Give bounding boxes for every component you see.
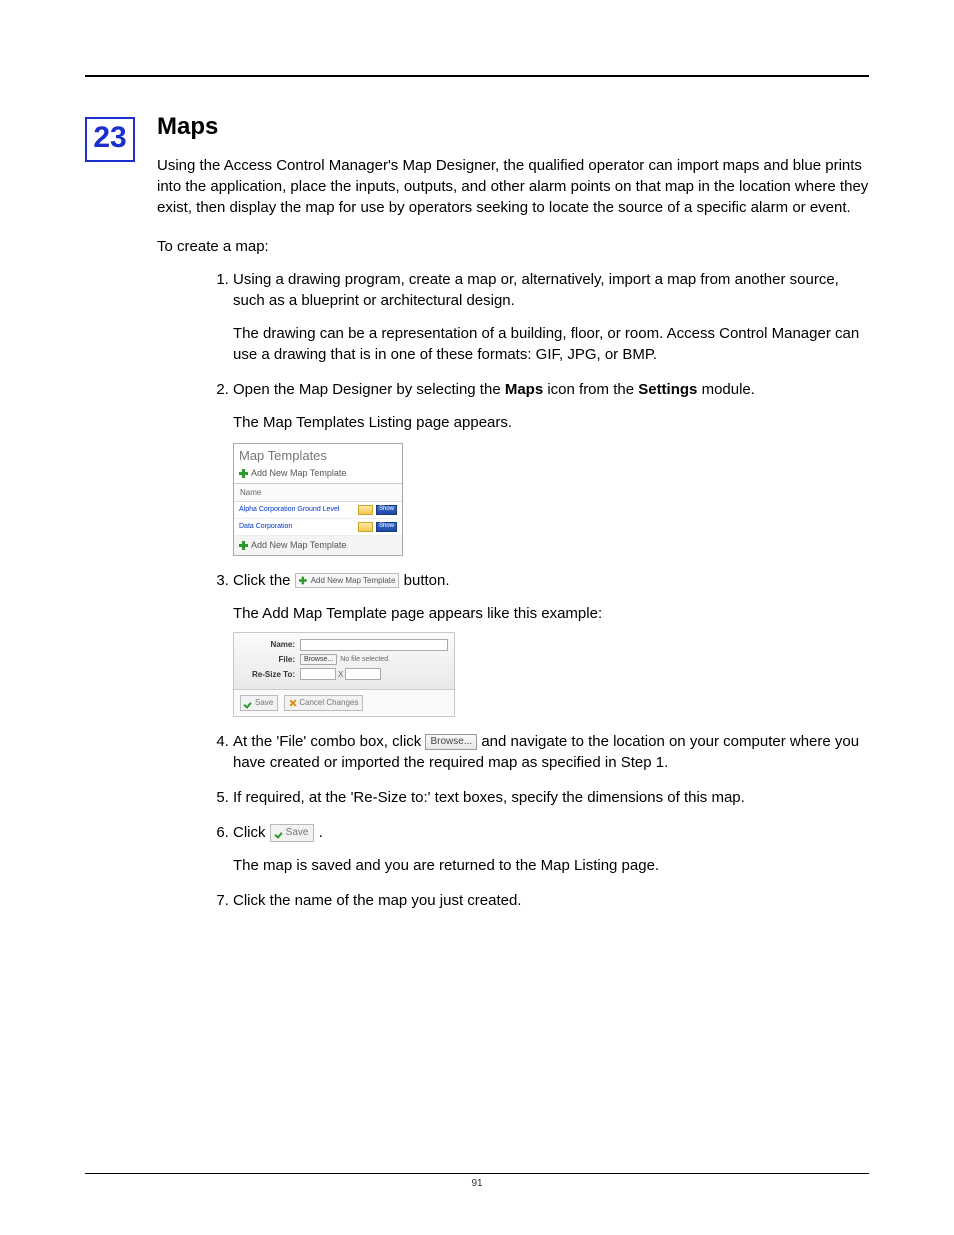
step-7-text: Click the name of the map you just creat… [233, 892, 521, 909]
add-map-template-form: Name: File: Browse... No file selected. … [234, 633, 454, 691]
step-3: Click the Add New Map Template button. T… [233, 570, 869, 717]
amt-name-row: Name: [240, 639, 448, 651]
step-6: Click Save . The map is saved and you ar… [233, 822, 869, 876]
amt-x-separator: X [338, 669, 343, 680]
step-2-pre: Open the Map Designer by selecting the [233, 381, 505, 398]
map-templates-row-1: Alpha Corporation Ground Level Show [234, 502, 402, 519]
edit-icon [358, 505, 373, 515]
map-templates-add-label-bottom: Add New Map Template [251, 539, 346, 552]
amt-save-button: Save [240, 695, 278, 710]
show-button-2: Show [376, 522, 397, 532]
map-templates-add-bottom: Add New Map Template [234, 536, 402, 555]
amt-button-row: Save Cancel Changes [234, 690, 454, 715]
map-templates-row-1-name: Alpha Corporation Ground Level [239, 505, 339, 515]
amt-no-file-selected: No file selected. [340, 655, 390, 665]
step-2-sub: The Map Templates Listing page appears. [233, 412, 869, 433]
map-templates-add-top: Add New Map Template [234, 465, 402, 484]
plus-icon [239, 469, 248, 478]
chapter-number-box: 23 [85, 117, 135, 162]
page-number: 91 [85, 1174, 869, 1189]
amt-file-row: File: Browse... No file selected. [240, 654, 448, 666]
step-3-sub: The Add Map Template page appears like t… [233, 603, 869, 624]
step-3-pre: Click the [233, 572, 295, 589]
plus-icon [299, 577, 307, 585]
step-6-sub: The map is saved and you are returned to… [233, 855, 869, 876]
step-2: Open the Map Designer by selecting the M… [233, 379, 869, 556]
intro-paragraph: Using the Access Control Manager's Map D… [157, 155, 869, 218]
step-1-text: Using a drawing program, create a map or… [233, 271, 839, 309]
add-new-map-template-button-inline: Add New Map Template [295, 573, 400, 588]
add-new-map-template-label: Add New Map Template [311, 575, 396, 586]
page: 23 Maps Using the Access Control Manager… [0, 0, 954, 1235]
show-button-1: Show [376, 505, 397, 515]
map-templates-row-2: Data Corporation Show [234, 519, 402, 536]
map-templates-title: Map Templates [234, 444, 402, 465]
step-6-pre: Click [233, 824, 270, 841]
step-3-post: button. [404, 572, 450, 589]
content-row: 23 Maps Using the Access Control Manager… [85, 113, 869, 925]
amt-cancel-label: Cancel Changes [299, 697, 358, 708]
amt-file-label: File: [240, 654, 295, 665]
add-map-template-screenshot: Name: File: Browse... No file selected. … [233, 632, 455, 717]
step-2-bold-settings: Settings [638, 381, 697, 398]
check-icon [276, 829, 284, 837]
save-button-inline-label: Save [286, 826, 309, 840]
step-2-mid: icon from the [543, 381, 638, 398]
amt-name-input [300, 639, 448, 651]
map-templates-row-2-name: Data Corporation [239, 522, 292, 532]
step-4: At the 'File' combo box, click Browse...… [233, 731, 869, 773]
amt-name-label: Name: [240, 639, 295, 650]
steps-list: Using a drawing program, create a map or… [157, 269, 869, 911]
step-5-text: If required, at the 'Re-Size to:' text b… [233, 789, 745, 806]
save-button-inline: Save [270, 824, 315, 842]
step-1-sub: The drawing can be a representation of a… [233, 323, 869, 365]
cancel-icon [289, 699, 297, 707]
amt-resize-row: Re-Size To: X [240, 668, 448, 680]
browse-button-inline: Browse... [425, 734, 477, 750]
main-content: Maps Using the Access Control Manager's … [157, 113, 869, 925]
amt-resize-width [300, 668, 336, 680]
plus-icon [239, 541, 248, 550]
amt-resize-height [345, 668, 381, 680]
edit-icon [358, 522, 373, 532]
step-2-bold-maps: Maps [505, 381, 543, 398]
amt-save-label: Save [255, 697, 273, 708]
step-7: Click the name of the map you just creat… [233, 890, 869, 911]
lead-line: To create a map: [157, 238, 869, 255]
step-5: If required, at the 'Re-Size to:' text b… [233, 787, 869, 808]
step-4-pre: At the 'File' combo box, click [233, 733, 425, 750]
map-templates-screenshot: Map Templates Add New Map Template Name … [233, 443, 403, 556]
amt-cancel-button: Cancel Changes [284, 695, 363, 710]
check-icon [245, 699, 253, 707]
step-6-post: . [319, 824, 323, 841]
page-title: Maps [157, 113, 869, 141]
step-1: Using a drawing program, create a map or… [233, 269, 869, 365]
map-templates-add-label-top: Add New Map Template [251, 467, 346, 480]
map-templates-column-header: Name [234, 484, 402, 502]
top-rule [85, 75, 869, 77]
step-2-post: module. [697, 381, 755, 398]
amt-resize-label: Re-Size To: [240, 669, 295, 680]
page-footer: 91 [85, 1173, 869, 1189]
amt-browse-button: Browse... [300, 654, 337, 666]
